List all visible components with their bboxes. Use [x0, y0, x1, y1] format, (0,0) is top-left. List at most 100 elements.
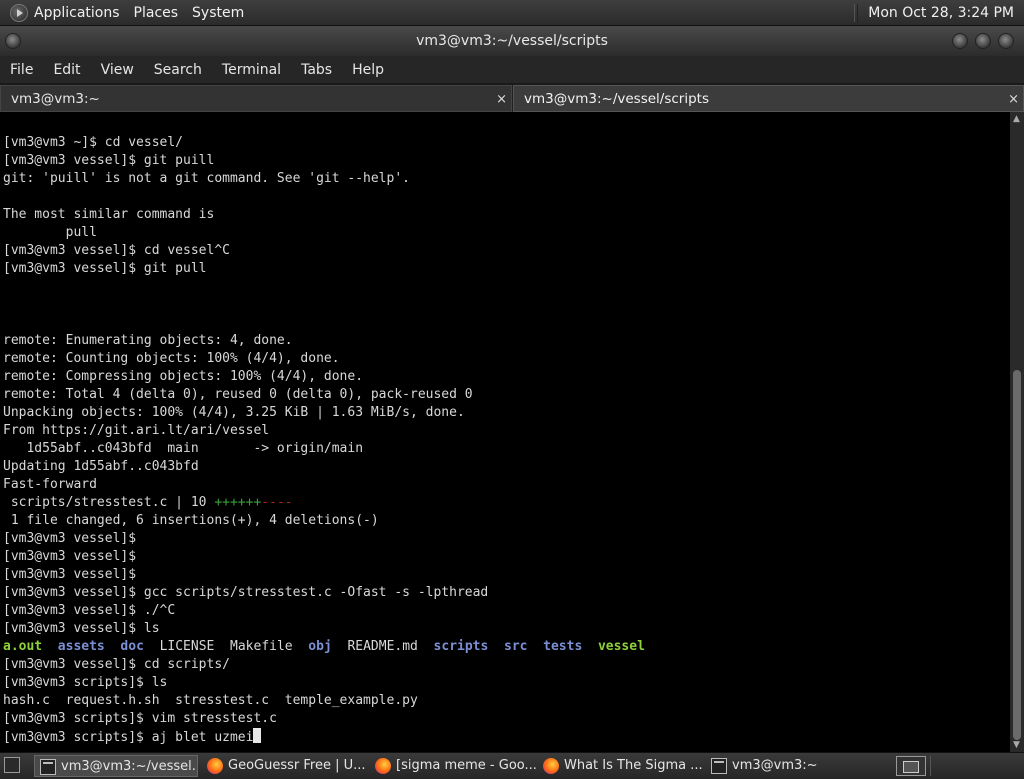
terminal-line: [vm3@vm3 vessel]$ cd vessel^C [3, 243, 230, 258]
menu-edit[interactable]: Edit [43, 62, 90, 78]
workspace-switcher[interactable] [896, 756, 926, 776]
ls-entry: a.out [3, 639, 43, 654]
close-window-icon[interactable] [998, 33, 1014, 49]
menu-file[interactable]: File [0, 62, 43, 78]
terminal-line: [vm3@vm3 vessel]$ [3, 531, 137, 546]
window-title: vm3@vm3:~/vessel/scripts [416, 33, 608, 49]
window-titlebar[interactable]: vm3@vm3:~/vessel/scripts [0, 26, 1024, 56]
applications-menu[interactable]: Applications [34, 5, 120, 21]
taskbar-item-label: What Is The Sigma ... [564, 758, 703, 773]
terminal-scrollbar[interactable]: ▲ ▼ [1010, 112, 1024, 752]
taskbar-item-geoguessr[interactable]: GeoGuessr Free | U... [202, 755, 368, 777]
terminal-line: Unpacking objects: 100% (4/4), 3.25 KiB … [3, 405, 465, 420]
terminal-line: 1d55abf..c043bfd main -> origin/main [3, 441, 364, 456]
menu-help[interactable]: Help [342, 62, 394, 78]
terminal-line: [vm3@vm3 vessel]$ cd scripts/ [3, 657, 230, 672]
block-1: [vm3@vm3 ~]$ cd vessel/ [vm3@vm3 vessel]$… [3, 134, 645, 494]
taskbar-item-label: GeoGuessr Free | U... [228, 758, 366, 773]
taskbar-item-label: [sigma meme - Goo... [396, 758, 536, 773]
ls-entry: Makefile [230, 639, 293, 654]
distro-logo-icon[interactable] [10, 3, 28, 22]
ls-entry: tests [543, 639, 583, 654]
ls-entry: obj [308, 639, 332, 654]
menu-tabs[interactable]: Tabs [291, 62, 342, 78]
menu-view[interactable]: View [91, 62, 144, 78]
terminal-line: remote: Compressing objects: 100% (4/4),… [3, 369, 364, 384]
ls-entry: README.md [347, 639, 418, 654]
block-3: [vm3@vm3 vessel]$ cd scripts/ [vm3@vm3 sc… [3, 656, 645, 728]
terminal-line: [vm3@vm3 vessel]$ ls [3, 621, 160, 636]
tab-bar: vm3@vm3:~ × vm3@vm3:~/vessel/scripts × [0, 85, 1024, 112]
ls-entry: vessel [597, 639, 645, 654]
terminal-line: 1 file changed, 6 insertions(+), 4 delet… [3, 513, 379, 528]
window-menu-icon[interactable] [5, 33, 21, 49]
system-menu[interactable]: System [192, 5, 244, 21]
terminal-output[interactable]: [vm3@vm3 ~]$ cd vessel/ [vm3@vm3 vessel]$… [0, 112, 1010, 752]
terminal-line: The most similar command is [3, 207, 215, 222]
maximize-icon[interactable] [975, 33, 991, 49]
minimize-icon[interactable] [952, 33, 968, 49]
diffstat-line: scripts/stresstest.c | 10 ++++++---- [3, 494, 645, 512]
menubar: File Edit View Search Terminal Tabs Help [0, 56, 1024, 83]
firefox-icon [207, 758, 223, 774]
terminal-line: pull [3, 225, 97, 240]
taskbar-item-terminal-home[interactable]: vm3@vm3:~ [706, 755, 872, 777]
diffstat-minus: ---- [261, 495, 293, 510]
tab-label: vm3@vm3:~ [11, 91, 100, 107]
panel-separator [854, 3, 859, 22]
terminal-line: Updating 1d55abf..c043bfd [3, 459, 199, 474]
taskbar-tray [930, 756, 1023, 776]
ls-entry: src [504, 639, 528, 654]
tab-close-icon[interactable]: × [1008, 86, 1019, 113]
current-input: [vm3@vm3 scripts]$ aj blet uzmei [3, 730, 254, 745]
terminal-line: Fast-forward [3, 477, 97, 492]
taskbar-item-sigma-meme[interactable]: [sigma meme - Goo... [370, 755, 536, 777]
tab-label: vm3@vm3:~/vessel/scripts [524, 91, 709, 107]
terminal-line: [vm3@vm3 vessel]$ git puill [3, 153, 215, 168]
terminal-line: [vm3@vm3 vessel]$ ./^C [3, 603, 176, 618]
terminal-line: [vm3@vm3 vessel]$ gcc scripts/stresstest… [3, 585, 489, 600]
terminal-line: [vm3@vm3 vessel]$ [3, 549, 137, 564]
ls-entry: assets [57, 639, 105, 654]
terminal-line: From https://git.ari.lt/ari/vessel [3, 423, 270, 438]
places-menu[interactable]: Places [134, 5, 179, 21]
menu-search[interactable]: Search [144, 62, 212, 78]
firefox-icon [543, 758, 559, 774]
scroll-down-arrow-icon[interactable]: ▼ [1013, 740, 1020, 750]
terminal-line: remote: Enumerating objects: 4, done. [3, 333, 293, 348]
prompt-line[interactable]: [vm3@vm3 scripts]$ aj blet uzmei [3, 728, 645, 746]
scroll-up-arrow-icon[interactable]: ▲ [1013, 114, 1020, 124]
ls-entry: LICENSE [159, 639, 215, 654]
tab-home[interactable]: vm3@vm3:~ × [0, 85, 512, 112]
terminal-line: [vm3@vm3 scripts]$ ls [3, 675, 168, 690]
block-2: 1 file changed, 6 insertions(+), 4 delet… [3, 512, 645, 638]
diffstat-file: scripts/stresstest.c | 10 [3, 495, 215, 510]
tab-close-icon[interactable]: × [496, 86, 507, 113]
terminal-line: [vm3@vm3 ~]$ cd vessel/ [3, 135, 184, 150]
terminal-line: remote: Total 4 (delta 0), reused 0 (del… [3, 387, 473, 402]
terminal-line: remote: Counting objects: 100% (4/4), do… [3, 351, 340, 366]
scrollbar-thumb[interactable] [1013, 370, 1021, 740]
terminal-line: hash.c request.h.sh stresstest.c temple_… [3, 693, 418, 708]
tab-scripts[interactable]: vm3@vm3:~/vessel/scripts × [513, 85, 1024, 112]
taskbar-item-label: vm3@vm3:~ [732, 758, 818, 773]
terminal-lines: [vm3@vm3 ~]$ cd vessel/ [vm3@vm3 vessel]$… [3, 134, 645, 746]
terminal-icon [711, 758, 727, 774]
taskbar-item-terminal-scripts[interactable]: vm3@vm3:~/vessel... [34, 755, 198, 777]
taskbar-item-what-is-sigma[interactable]: What Is The Sigma ... [538, 755, 704, 777]
show-desktop-icon[interactable] [4, 757, 20, 773]
terminal-line: [vm3@vm3 vessel]$ git pull [3, 261, 207, 276]
text-cursor [253, 728, 262, 743]
clock[interactable]: Mon Oct 28, 3:24 PM [868, 5, 1014, 21]
top-panel: Applications Places System Mon Oct 28, 3… [0, 0, 1024, 26]
terminal-icon [40, 759, 56, 775]
ls-entry: doc [120, 639, 144, 654]
menu-terminal[interactable]: Terminal [212, 62, 291, 78]
terminal-line: [vm3@vm3 scripts]$ vim stresstest.c [3, 711, 277, 726]
terminal-line: [vm3@vm3 vessel]$ [3, 567, 137, 582]
taskbar-item-label: vm3@vm3:~/vessel... [61, 759, 198, 774]
